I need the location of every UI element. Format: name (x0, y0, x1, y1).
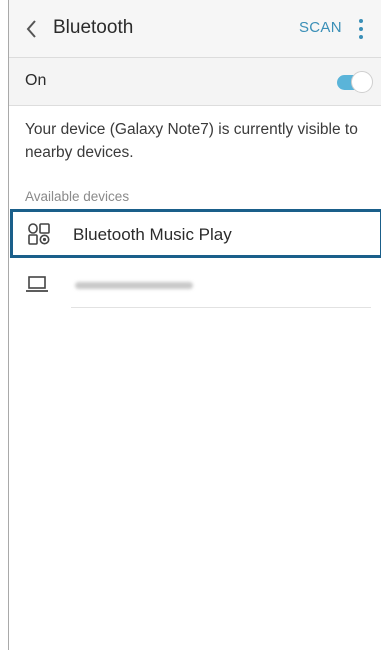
audio-device-icon (28, 223, 50, 245)
back-arrow-icon[interactable] (23, 16, 43, 42)
device-item-laptop[interactable] (9, 260, 381, 308)
toggle-label: On (25, 72, 47, 89)
device-name: Bluetooth Music Play (73, 225, 232, 244)
page-title: Bluetooth (53, 17, 134, 38)
list-divider (71, 307, 371, 308)
laptop-icon (26, 276, 48, 292)
visibility-message: Your device (Galaxy Note7) is currently … (25, 121, 358, 161)
bluetooth-screen: Bluetooth SCAN On Your device (Galaxy No… (8, 0, 381, 650)
more-options-icon[interactable] (357, 18, 365, 40)
obscured-device-name (75, 282, 193, 289)
available-devices-heading: Available devices (25, 189, 130, 204)
bluetooth-toggle-row[interactable]: On (9, 58, 381, 106)
app-bar: Bluetooth SCAN (9, 0, 381, 58)
scan-button[interactable]: SCAN (299, 19, 342, 36)
device-item-bluetooth-music-play[interactable]: Bluetooth Music Play (10, 209, 381, 258)
bluetooth-switch[interactable] (337, 71, 373, 93)
switch-knob (351, 71, 373, 93)
